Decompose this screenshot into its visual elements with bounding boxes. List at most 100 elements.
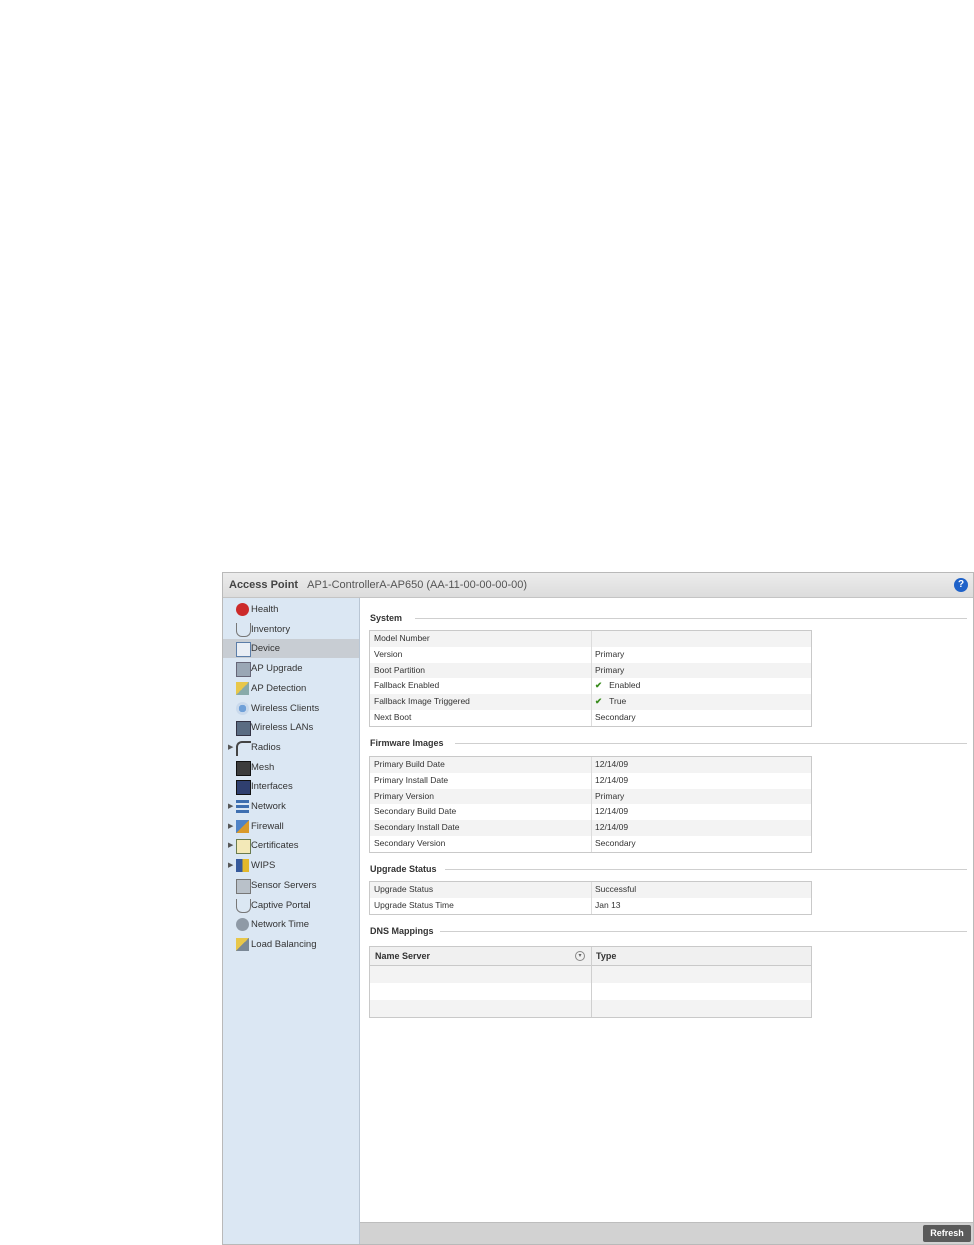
- property-value-text: Primary: [595, 648, 625, 659]
- property-label: Fallback Enabled: [374, 680, 440, 691]
- sidebar-item-label: Inventory: [251, 623, 291, 635]
- column-separator: [591, 835, 592, 852]
- sidebar-item-network-time[interactable]: Network Time: [223, 915, 359, 934]
- radios-icon: [236, 740, 251, 756]
- column-header-name-server[interactable]: Name Server: [375, 947, 430, 965]
- column-separator: [591, 678, 592, 695]
- column-separator: [591, 882, 592, 898]
- checkmark-icon: ✔: [595, 696, 603, 707]
- device-details: System Model Number Version Primary Boot Pa…: [360, 598, 973, 1222]
- table-row: Next Boot Secondary: [370, 709, 811, 726]
- help-icon[interactable]: ?: [954, 578, 968, 592]
- title-bar: Access Point AP1-ControllerA-AP650 (AA-1…: [223, 573, 973, 598]
- sidebar-item-label: Network: [251, 801, 286, 812]
- ap-upgrade-icon: [236, 662, 251, 678]
- property-value: Primary: [595, 663, 624, 679]
- property-value: ✔ True: [595, 694, 626, 710]
- sidebar-item-ap-detection[interactable]: AP Detection: [223, 679, 359, 698]
- ap-detection-icon: [236, 681, 249, 695]
- section-title-firmware: Firmware Images: [370, 738, 444, 748]
- property-value-text: 12/14/09: [595, 759, 629, 769]
- refresh-button[interactable]: Refresh: [923, 1225, 971, 1242]
- column-separator: [591, 662, 592, 679]
- sidebar-item-interfaces[interactable]: Interfaces: [223, 777, 359, 796]
- expand-arrow-icon[interactable]: ▶: [228, 738, 233, 757]
- property-label: Model Number: [374, 633, 430, 643]
- column-separator: [591, 772, 592, 789]
- sidebar-item-load-balancing[interactable]: Load Balancing: [223, 935, 359, 954]
- sidebar-item-wips[interactable]: ▶ WIPS: [223, 856, 359, 875]
- property-value-text: Primary: [595, 790, 625, 801]
- sidebar-item-device[interactable]: Device: [223, 639, 359, 659]
- sidebar-item-health[interactable]: Health: [223, 600, 359, 619]
- expand-arrow-icon[interactable]: ▶: [228, 836, 233, 855]
- sidebar-item-wireless-clients[interactable]: Wireless Clients: [223, 699, 359, 718]
- network-time-icon: [236, 918, 249, 932]
- sidebar-item-label: Certificates: [251, 840, 299, 852]
- sidebar-item-label: Wireless LANs: [251, 722, 314, 734]
- sidebar-item-mesh[interactable]: Mesh: [223, 758, 359, 777]
- property-value-text: 12/14/09: [595, 822, 629, 833]
- property-label: Primary Version: [374, 790, 434, 801]
- column-separator: [591, 709, 592, 726]
- interfaces-icon: [236, 780, 251, 796]
- sidebar-item-label: Radios: [251, 741, 281, 753]
- upgrade-table: Upgrade Status Successful Upgrade Status T…: [369, 881, 812, 915]
- sidebar-item-label: WIPS: [251, 860, 276, 872]
- sidebar-item-network[interactable]: ▶ Network: [223, 797, 359, 816]
- panel-title: Access Point: [229, 579, 299, 591]
- property-label: Next Boot: [374, 711, 412, 722]
- property-label: Upgrade Status: [374, 884, 434, 894]
- column-header-type[interactable]: Type: [596, 947, 616, 965]
- table-row: Upgrade Status Time Jan 13: [370, 897, 811, 914]
- property-value: Jan 13: [595, 898, 621, 914]
- divider: [415, 618, 967, 619]
- column-separator: [591, 804, 592, 821]
- sidebar-item-certificates[interactable]: ▶ Certificates: [223, 836, 359, 855]
- property-value-text: 12/14/09: [595, 806, 629, 817]
- sidebar-item-wireless-lans[interactable]: Wireless LANs: [223, 718, 359, 737]
- property-value-text: Secondary: [595, 837, 636, 848]
- sidebar-item-label: AP Upgrade: [251, 663, 303, 675]
- property-value: Primary: [595, 647, 624, 663]
- property-label: Secondary Install Date: [374, 822, 460, 833]
- health-icon: [236, 603, 249, 616]
- table-row: Upgrade Status Successful: [370, 882, 811, 898]
- column-separator: [591, 646, 592, 663]
- property-label: Secondary Version: [374, 837, 446, 848]
- column-separator: [591, 947, 592, 1017]
- section-title-dns: DNS Mappings: [370, 926, 434, 936]
- property-label: Primary Install Date: [374, 774, 449, 785]
- property-value: 12/14/09: [595, 773, 628, 789]
- sidebar-item-inventory[interactable]: Inventory: [223, 620, 359, 639]
- sort-icon[interactable]: ▾: [575, 951, 585, 961]
- table-row: Secondary Version Secondary: [370, 835, 811, 852]
- access-point-panel: Access Point AP1-ControllerA-AP650 (AA-1…: [222, 572, 974, 1245]
- sidebar-item-firewall[interactable]: ▶ Firewall: [223, 817, 359, 836]
- wireless-lans-icon: [236, 721, 251, 737]
- inventory-icon: [236, 622, 251, 637]
- property-value-text: 12/14/09: [595, 774, 629, 785]
- table-row: Secondary Install Date 12/14/09: [370, 820, 811, 836]
- property-value-text: Secondary: [595, 711, 636, 722]
- wireless-clients-icon: [236, 701, 249, 715]
- divider: [440, 931, 967, 932]
- sidebar-item-label: AP Detection: [251, 682, 307, 694]
- sidebar-item-ap-upgrade[interactable]: AP Upgrade: [223, 659, 359, 678]
- mesh-icon: [236, 760, 251, 776]
- property-label: Primary Build Date: [374, 759, 445, 769]
- expand-arrow-icon[interactable]: ▶: [228, 817, 233, 836]
- column-separator: [591, 757, 592, 773]
- expand-arrow-icon[interactable]: ▶: [228, 797, 233, 816]
- property-label: Upgrade Status Time: [374, 899, 454, 910]
- sidebar-item-sensor-servers[interactable]: Sensor Servers: [223, 876, 359, 895]
- sidebar-item-label: Interfaces: [251, 781, 293, 793]
- divider: [445, 869, 967, 870]
- expand-arrow-icon[interactable]: ▶: [228, 856, 233, 875]
- property-value-text: Jan 13: [595, 899, 621, 910]
- sidebar-item-radios[interactable]: ▶ Radios: [223, 738, 359, 757]
- wips-icon: [236, 859, 249, 873]
- sidebar-item-captive-portal[interactable]: Captive Portal: [223, 896, 359, 915]
- property-label: Fallback Image Triggered: [374, 696, 470, 707]
- sidebar-item-label: Mesh: [251, 761, 275, 773]
